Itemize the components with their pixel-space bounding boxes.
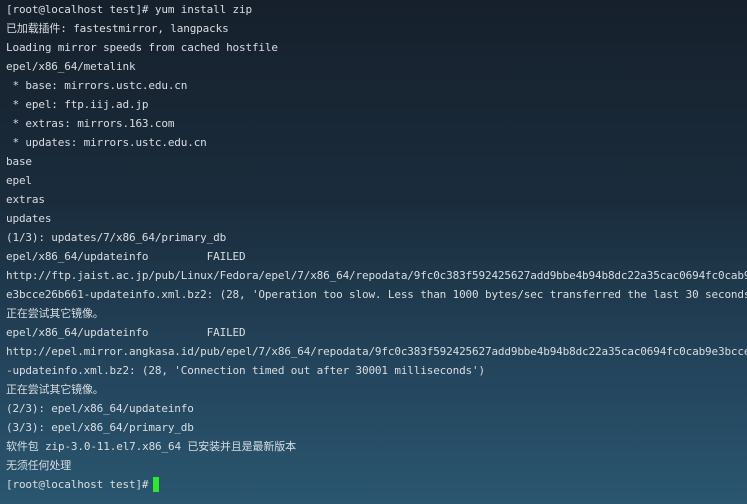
terminal-line-repo-epel: epel	[6, 174, 32, 187]
terminal-line-failed-1: epel/x86_64/updateinfo FAILED	[6, 250, 246, 263]
terminal-line-repo-updates: updates	[6, 212, 52, 225]
terminal-line-url-2: http://epel.mirror.angkasa.id/pub/epel/7…	[6, 345, 747, 358]
text-cursor	[153, 477, 160, 492]
shell-prompt: [root@localhost test]#	[6, 478, 149, 491]
terminal-line-plugins: 已加载插件: fastestmirror, langpacks	[6, 22, 229, 35]
terminal-line-repo-base: base	[6, 155, 32, 168]
terminal-line-error-2: -updateinfo.xml.bz2: (28, 'Connection ti…	[6, 364, 485, 377]
terminal-line-loading-mirrors: Loading mirror speeds from cached hostfi…	[6, 41, 278, 54]
terminal-line-download-3: (3/3): epel/x86_64/primary_db	[6, 421, 194, 434]
terminal-line-retry-2: 正在尝试其它镜像。	[6, 383, 104, 396]
terminal-line-already-installed: 软件包 zip-3.0-11.el7.x86_64 已安装并且是最新版本	[6, 440, 296, 453]
terminal-line-metalink: epel/x86_64/metalink	[6, 60, 136, 73]
terminal-line-mirror-extras: * extras: mirrors.163.com	[6, 117, 175, 130]
terminal-line-download-2: (2/3): epel/x86_64/updateinfo	[6, 402, 194, 415]
terminal-line-mirror-updates: * updates: mirrors.ustc.edu.cn	[6, 136, 207, 149]
terminal-line-url-1: http://ftp.jaist.ac.jp/pub/Linux/Fedora/…	[6, 269, 747, 282]
terminal-line-error-1: e3bcce26b661-updateinfo.xml.bz2: (28, 'O…	[6, 288, 747, 301]
terminal-prompt-line[interactable]: [root@localhost test]#	[6, 475, 747, 494]
terminal-line-retry-1: 正在尝试其它镜像。	[6, 307, 104, 320]
terminal-line-nothing-to-do: 无须任何处理	[6, 459, 72, 472]
terminal-line-repo-extras: extras	[6, 193, 45, 206]
terminal-line-failed-2: epel/x86_64/updateinfo FAILED	[6, 326, 246, 339]
terminal-line-command: [root@localhost test]# yum install zip	[6, 3, 252, 16]
terminal-line-download-1: (1/3): updates/7/x86_64/primary_db	[6, 231, 227, 244]
terminal-window[interactable]: [root@localhost test]# yum install zip 已…	[0, 0, 747, 504]
terminal-line-mirror-base: * base: mirrors.ustc.edu.cn	[6, 79, 188, 92]
terminal-line-mirror-epel: * epel: ftp.iij.ad.jp	[6, 98, 149, 111]
